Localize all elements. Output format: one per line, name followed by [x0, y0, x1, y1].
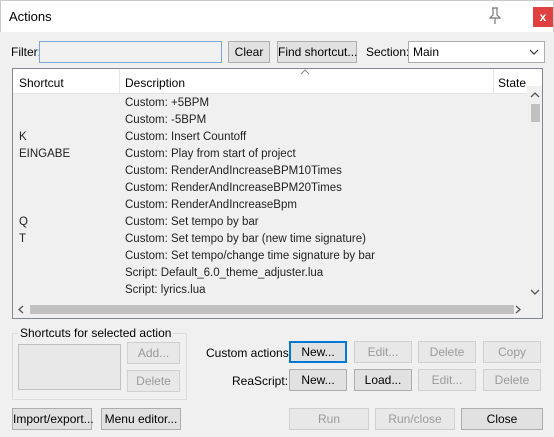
- section-select[interactable]: Main: [408, 41, 545, 63]
- list-rows: Custom: +5BPM Custom: -5BPM K Custom: Ins…: [13, 95, 527, 299]
- description-cell: Custom: RenderAndIncreaseBPM20Times: [125, 182, 342, 194]
- table-row[interactable]: Custom: RenderAndIncreaseBPM20Times: [13, 180, 527, 197]
- filter-input[interactable]: [39, 41, 222, 63]
- table-row[interactable]: Custom: RenderAndIncreaseBPM10Times: [13, 163, 527, 180]
- clear-button[interactable]: Clear: [228, 41, 270, 63]
- table-row[interactable]: Custom: -5BPM: [13, 112, 527, 129]
- table-row[interactable]: Custom: +5BPM: [13, 95, 527, 112]
- description-cell: Custom: Insert Countoff: [125, 131, 247, 143]
- reascript-delete-button[interactable]: Delete: [483, 369, 541, 391]
- shortcut-cell: K: [19, 131, 27, 143]
- table-row[interactable]: T Custom: Set tempo by bar (new time sign…: [13, 231, 527, 248]
- description-cell: Custom: Set tempo by bar: [125, 216, 259, 228]
- table-row[interactable]: Script: lyrics.lua: [13, 282, 527, 299]
- custom-action-new-button[interactable]: New...: [289, 341, 347, 363]
- close-button[interactable]: Close: [461, 408, 543, 430]
- column-divider[interactable]: [493, 69, 494, 94]
- reascript-new-button[interactable]: New...: [289, 369, 347, 391]
- section-selected-value: Main: [413, 45, 440, 59]
- title-bar: Actions x: [0, 0, 554, 32]
- scroll-down-icon[interactable]: [527, 285, 542, 299]
- delete-shortcut-button[interactable]: Delete: [127, 370, 180, 392]
- shortcut-cell: Q: [19, 216, 28, 228]
- list-header: Shortcut Description State: [13, 69, 542, 94]
- shortcut-cell: EINGABE: [19, 148, 71, 160]
- run-button[interactable]: Run: [289, 408, 369, 430]
- description-cell: Custom: +5BPM: [125, 97, 210, 109]
- vertical-scrollbar[interactable]: [527, 86, 542, 301]
- shortcuts-group-legend: Shortcuts for selected action: [18, 326, 174, 340]
- scroll-up-icon[interactable]: [527, 88, 542, 102]
- column-header-shortcut[interactable]: Shortcut: [19, 76, 64, 90]
- horizontal-scrollbar[interactable]: [13, 301, 542, 318]
- horizontal-scroll-thumb[interactable]: [30, 305, 514, 314]
- table-row[interactable]: Custom: Set tempo/change time signature …: [13, 248, 527, 265]
- window-close-button[interactable]: x: [533, 7, 553, 27]
- chevron-down-icon: [529, 47, 539, 57]
- filter-label: Filter:: [11, 45, 41, 59]
- description-cell: Custom: Play from start of project: [125, 148, 296, 160]
- custom-action-delete-button[interactable]: Delete: [418, 341, 476, 363]
- description-cell: Custom: -5BPM: [125, 114, 207, 126]
- section-label: Section:: [366, 45, 410, 59]
- table-row[interactable]: Script: Default_6.0_theme_adjuster.lua: [13, 265, 527, 282]
- sort-ascending-icon: [300, 69, 310, 75]
- column-header-state[interactable]: State: [498, 76, 526, 90]
- reascript-load-button[interactable]: Load...: [354, 369, 412, 391]
- pin-icon[interactable]: [488, 7, 502, 25]
- scroll-right-icon[interactable]: [512, 303, 524, 316]
- custom-action-copy-button[interactable]: Copy: [483, 341, 541, 363]
- find-shortcut-button[interactable]: Find shortcut...: [277, 41, 357, 63]
- description-cell: Custom: Set tempo/change time signature …: [125, 250, 375, 262]
- table-row[interactable]: K Custom: Insert Countoff: [13, 129, 527, 146]
- run-close-button[interactable]: Run/close: [375, 408, 455, 430]
- table-row[interactable]: EINGABE Custom: Play from start of projec…: [13, 146, 527, 163]
- shortcut-listbox[interactable]: [18, 344, 121, 390]
- description-cell: Custom: RenderAndIncreaseBPM10Times: [125, 165, 342, 177]
- table-row[interactable]: Q Custom: Set tempo by bar: [13, 214, 527, 231]
- description-cell: Script: Default_6.0_theme_adjuster.lua: [125, 267, 324, 279]
- vertical-scroll-thumb[interactable]: [531, 104, 540, 122]
- shortcut-cell: T: [19, 233, 27, 245]
- custom-actions-label: Custom actions:: [206, 346, 293, 360]
- description-cell: Custom: Set tempo by bar (new time signa…: [125, 233, 366, 245]
- description-cell: Script: lyrics.lua: [125, 284, 206, 296]
- window-title: Actions: [9, 9, 52, 24]
- menu-editor-button[interactable]: Menu editor...: [101, 408, 181, 430]
- column-header-description[interactable]: Description: [125, 76, 185, 90]
- reascript-label: ReaScript:: [232, 374, 289, 388]
- custom-action-edit-button[interactable]: Edit...: [354, 341, 412, 363]
- column-divider[interactable]: [119, 69, 120, 94]
- table-row[interactable]: Custom: RenderAndIncreaseBpm: [13, 197, 527, 214]
- reascript-edit-button[interactable]: Edit...: [418, 369, 476, 391]
- scroll-left-icon[interactable]: [15, 303, 27, 316]
- import-export-button[interactable]: Import/export...: [12, 408, 94, 430]
- description-cell: Custom: RenderAndIncreaseBpm: [125, 199, 297, 211]
- actions-list[interactable]: Shortcut Description State Custom: +5BPM…: [12, 68, 543, 319]
- add-shortcut-button[interactable]: Add...: [127, 342, 180, 364]
